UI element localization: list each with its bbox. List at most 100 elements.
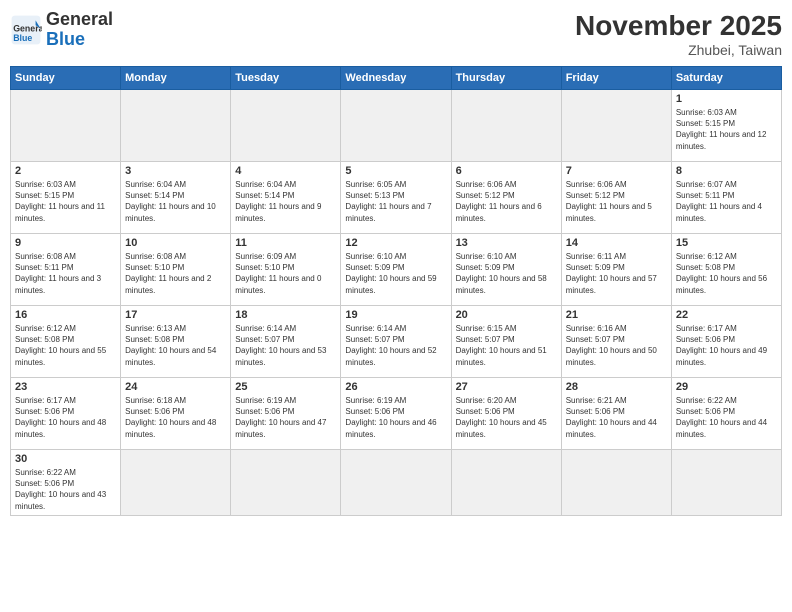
day-info: Sunrise: 6:17 AMSunset: 5:06 PMDaylight:… (676, 323, 777, 368)
day-number: 25 (235, 381, 336, 393)
day-number: 10 (125, 237, 226, 249)
day-info: Sunrise: 6:18 AMSunset: 5:06 PMDaylight:… (125, 395, 226, 440)
day-info: Sunrise: 6:13 AMSunset: 5:08 PMDaylight:… (125, 323, 226, 368)
day-number: 9 (15, 237, 116, 249)
calendar-cell: 4 Sunrise: 6:04 AMSunset: 5:14 PMDaylight… (231, 162, 341, 234)
calendar-row-3: 16Sunrise: 6:12 AMSunset: 5:08 PMDayligh… (11, 306, 782, 378)
day-info: Sunrise: 6:11 AMSunset: 5:09 PMDaylight:… (566, 251, 667, 296)
calendar-row-5: 30 Sunrise: 6:22 AMSunset: 5:06 PMDayligh… (11, 450, 782, 516)
day-info: Sunrise: 6:03 AMSunset: 5:15 PMDaylight:… (676, 107, 777, 152)
calendar-cell: 3Sunrise: 6:04 AMSunset: 5:14 PMDaylight… (121, 162, 231, 234)
calendar-cell (231, 90, 341, 162)
day-number: 7 (566, 165, 667, 177)
day-number: 20 (456, 309, 557, 321)
calendar-cell: 2 Sunrise: 6:03 AMSunset: 5:15 PMDaylight… (11, 162, 121, 234)
day-number: 8 (676, 165, 777, 177)
calendar-cell: 22 Sunrise: 6:17 AMSunset: 5:06 PMDayligh… (671, 306, 781, 378)
day-number: 28 (566, 381, 667, 393)
svg-text:Blue: Blue (13, 33, 32, 43)
day-number: 24 (125, 381, 226, 393)
day-number: 30 (15, 453, 116, 465)
calendar-cell: 21 Sunrise: 6:16 AMSunset: 5:07 PMDayligh… (561, 306, 671, 378)
calendar-cell (341, 450, 451, 516)
calendar-cell: 10 Sunrise: 6:08 AMSunset: 5:10 PMDayligh… (121, 234, 231, 306)
calendar: Sunday Monday Tuesday Wednesday Thursday… (10, 66, 782, 516)
calendar-cell: 5 Sunrise: 6:05 AMSunset: 5:13 PMDaylight… (341, 162, 451, 234)
calendar-cell (121, 90, 231, 162)
page: General Blue GeneralBlue November 2025 Z… (0, 0, 792, 612)
day-info: Sunrise: 6:16 AMSunset: 5:07 PMDaylight:… (566, 323, 667, 368)
day-info: Sunrise: 6:19 AMSunset: 5:06 PMDaylight:… (235, 395, 336, 440)
logo-text: GeneralBlue (46, 10, 113, 50)
day-info: Sunrise: 6:12 AMSunset: 5:08 PMDaylight:… (15, 323, 116, 368)
day-info: Sunrise: 6:19 AMSunset: 5:06 PMDaylight:… (345, 395, 446, 440)
day-number: 1 (676, 93, 777, 105)
calendar-cell: 18Sunrise: 6:14 AMSunset: 5:07 PMDayligh… (231, 306, 341, 378)
header: General Blue GeneralBlue November 2025 Z… (10, 10, 782, 58)
calendar-cell: 28Sunrise: 6:21 AMSunset: 5:06 PMDayligh… (561, 378, 671, 450)
header-friday: Friday (561, 67, 671, 90)
day-number: 26 (345, 381, 446, 393)
day-info: Sunrise: 6:05 AMSunset: 5:13 PMDaylight:… (345, 179, 446, 224)
day-info: Sunrise: 6:17 AMSunset: 5:06 PMDaylight:… (15, 395, 116, 440)
day-number: 15 (676, 237, 777, 249)
calendar-cell: 13Sunrise: 6:10 AMSunset: 5:09 PMDayligh… (451, 234, 561, 306)
day-number: 11 (235, 237, 336, 249)
calendar-cell: 25 Sunrise: 6:19 AMSunset: 5:06 PMDayligh… (231, 378, 341, 450)
day-info: Sunrise: 6:09 AMSunset: 5:10 PMDaylight:… (235, 251, 336, 296)
calendar-cell (671, 450, 781, 516)
location: Zhubei, Taiwan (575, 42, 782, 58)
weekday-header-row: Sunday Monday Tuesday Wednesday Thursday… (11, 67, 782, 90)
logo: General Blue GeneralBlue (10, 10, 113, 50)
calendar-cell: 26 Sunrise: 6:19 AMSunset: 5:06 PMDayligh… (341, 378, 451, 450)
day-info: Sunrise: 6:12 AMSunset: 5:08 PMDaylight:… (676, 251, 777, 296)
calendar-cell: 11 Sunrise: 6:09 AMSunset: 5:10 PMDayligh… (231, 234, 341, 306)
calendar-cell: 23Sunrise: 6:17 AMSunset: 5:06 PMDayligh… (11, 378, 121, 450)
day-info: Sunrise: 6:03 AMSunset: 5:15 PMDaylight:… (15, 179, 116, 224)
calendar-row-2: 9 Sunrise: 6:08 AMSunset: 5:11 PMDaylight… (11, 234, 782, 306)
calendar-cell: 12Sunrise: 6:10 AMSunset: 5:09 PMDayligh… (341, 234, 451, 306)
day-info: Sunrise: 6:22 AMSunset: 5:06 PMDaylight:… (15, 467, 116, 512)
calendar-cell: 8 Sunrise: 6:07 AMSunset: 5:11 PMDaylight… (671, 162, 781, 234)
day-number: 2 (15, 165, 116, 177)
day-number: 17 (125, 309, 226, 321)
calendar-cell: 29Sunrise: 6:22 AMSunset: 5:06 PMDayligh… (671, 378, 781, 450)
calendar-cell (451, 450, 561, 516)
month-title: November 2025 (575, 10, 782, 42)
day-number: 13 (456, 237, 557, 249)
calendar-cell: 27Sunrise: 6:20 AMSunset: 5:06 PMDayligh… (451, 378, 561, 450)
day-info: Sunrise: 6:06 AMSunset: 5:12 PMDaylight:… (566, 179, 667, 224)
calendar-row-0: 1 Sunrise: 6:03 AMSunset: 5:15 PMDaylight… (11, 90, 782, 162)
calendar-cell: 6Sunrise: 6:06 AMSunset: 5:12 PMDaylight… (451, 162, 561, 234)
calendar-cell (561, 90, 671, 162)
calendar-row-1: 2 Sunrise: 6:03 AMSunset: 5:15 PMDaylight… (11, 162, 782, 234)
day-info: Sunrise: 6:06 AMSunset: 5:12 PMDaylight:… (456, 179, 557, 224)
calendar-cell (121, 450, 231, 516)
calendar-cell: 19Sunrise: 6:14 AMSunset: 5:07 PMDayligh… (341, 306, 451, 378)
calendar-cell (11, 90, 121, 162)
day-info: Sunrise: 6:07 AMSunset: 5:11 PMDaylight:… (676, 179, 777, 224)
day-number: 21 (566, 309, 667, 321)
header-sunday: Sunday (11, 67, 121, 90)
header-monday: Monday (121, 67, 231, 90)
day-number: 4 (235, 165, 336, 177)
day-info: Sunrise: 6:10 AMSunset: 5:09 PMDaylight:… (345, 251, 446, 296)
day-number: 5 (345, 165, 446, 177)
day-info: Sunrise: 6:14 AMSunset: 5:07 PMDaylight:… (345, 323, 446, 368)
calendar-cell: 17 Sunrise: 6:13 AMSunset: 5:08 PMDayligh… (121, 306, 231, 378)
calendar-cell: 9 Sunrise: 6:08 AMSunset: 5:11 PMDaylight… (11, 234, 121, 306)
day-number: 22 (676, 309, 777, 321)
calendar-cell: 16Sunrise: 6:12 AMSunset: 5:08 PMDayligh… (11, 306, 121, 378)
title-block: November 2025 Zhubei, Taiwan (575, 10, 782, 58)
calendar-cell: 20Sunrise: 6:15 AMSunset: 5:07 PMDayligh… (451, 306, 561, 378)
calendar-cell: 15 Sunrise: 6:12 AMSunset: 5:08 PMDayligh… (671, 234, 781, 306)
day-info: Sunrise: 6:08 AMSunset: 5:11 PMDaylight:… (15, 251, 116, 296)
day-number: 14 (566, 237, 667, 249)
header-thursday: Thursday (451, 67, 561, 90)
calendar-row-4: 23Sunrise: 6:17 AMSunset: 5:06 PMDayligh… (11, 378, 782, 450)
day-info: Sunrise: 6:14 AMSunset: 5:07 PMDaylight:… (235, 323, 336, 368)
day-info: Sunrise: 6:04 AMSunset: 5:14 PMDaylight:… (235, 179, 336, 224)
day-info: Sunrise: 6:08 AMSunset: 5:10 PMDaylight:… (125, 251, 226, 296)
day-number: 27 (456, 381, 557, 393)
day-number: 29 (676, 381, 777, 393)
